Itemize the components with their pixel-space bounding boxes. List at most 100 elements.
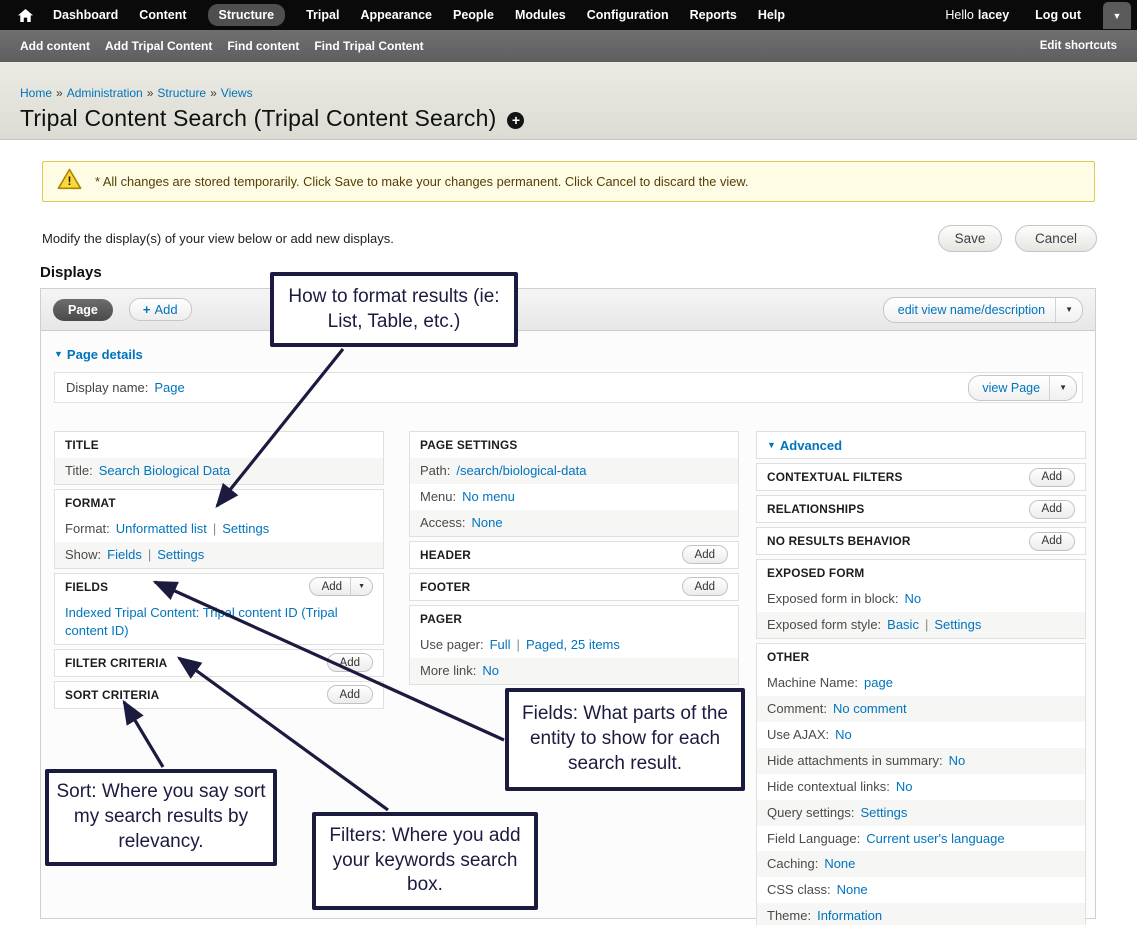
breadcrumb-link-views[interactable]: Views (221, 86, 253, 100)
add-button-label: Add (683, 549, 727, 561)
setting-link-indexed-tripal-content-tripal-[interactable]: Indexed Tripal Content: Tripal content I… (65, 605, 338, 638)
toolbar-item-modules[interactable]: Modules (515, 8, 566, 22)
setting-label: Query settings: (767, 805, 854, 820)
setting-link-fields[interactable]: Fields (107, 547, 142, 562)
section-header-filter-criteria: FILTER CRITERIAAdd (55, 650, 383, 676)
view-page-label: view Page (969, 381, 1049, 395)
setting-link-no[interactable]: No (835, 727, 852, 742)
advanced-row: ▼ Advanced (757, 432, 1085, 458)
setting-link-full[interactable]: Full (490, 637, 511, 652)
setting-link-unformatted-list[interactable]: Unformatted list (116, 521, 207, 536)
section-header-no-results-behavior: NO RESULTS BEHAVIORAdd (757, 528, 1085, 554)
section-title: FORMAT (65, 496, 116, 510)
link-separator: | (213, 521, 216, 536)
toolbar-item-content[interactable]: Content (139, 8, 186, 22)
section-header-header: HEADER Add (410, 542, 738, 568)
setting-link-none[interactable]: None (472, 515, 503, 530)
breadcrumb-link-administration[interactable]: Administration (67, 86, 143, 100)
home-icon[interactable] (18, 9, 33, 22)
setting-row: Access: None (410, 510, 738, 536)
setting-label: Access: (420, 515, 466, 530)
add-button[interactable]: Add▼ (309, 577, 373, 596)
section-title: PAGE SETTINGS (420, 438, 517, 452)
add-button[interactable]: Add (327, 685, 373, 704)
tab-page[interactable]: Page (53, 299, 113, 321)
setting-link-no[interactable]: No (949, 753, 966, 768)
shortcut-item-add-content[interactable]: Add content (20, 39, 90, 53)
triangle-down-icon: ▼ (767, 440, 776, 450)
toolbar-item-reports[interactable]: Reports (690, 8, 737, 22)
chevron-down-icon: ▼ (1113, 11, 1122, 21)
view-page-button[interactable]: view Page ▼ (968, 375, 1077, 401)
toolbar-item-configuration[interactable]: Configuration (587, 8, 669, 22)
section-title: PAGER (420, 612, 462, 626)
section-format: FORMATFormat:Unformatted list|SettingsSh… (54, 489, 384, 569)
add-button[interactable]: Add (682, 545, 728, 564)
setting-link-search-biological-data[interactable]: /search/biological-data (456, 463, 586, 478)
chevron-down-icon[interactable]: ▼ (350, 578, 372, 595)
chevron-down-icon[interactable]: ▼ (1055, 298, 1082, 322)
setting-link-none[interactable]: None (824, 856, 855, 871)
setting-row: Use pager:Full|Paged, 25 items (410, 632, 738, 658)
add-button[interactable]: Add (682, 577, 728, 596)
setting-link-basic[interactable]: Basic (887, 617, 919, 632)
setting-link-no[interactable]: No (896, 779, 913, 794)
setting-link-paged-25-items[interactable]: Paged, 25 items (526, 637, 620, 652)
setting-link-settings[interactable]: Settings (860, 805, 907, 820)
setting-label: Caching: (767, 856, 818, 871)
shortcut-item-find-tripal-content[interactable]: Find Tripal Content (314, 39, 423, 53)
chevron-down-icon[interactable]: ▼ (1049, 376, 1076, 400)
setting-link-information[interactable]: Information (817, 908, 882, 923)
setting-link-search-biological-data[interactable]: Search Biological Data (99, 463, 231, 478)
toolbar-item-structure[interactable]: Structure (208, 4, 286, 26)
account-greeting[interactable]: Hello lacey (945, 8, 1009, 22)
advanced-toggle[interactable]: ▼ Advanced (767, 438, 842, 453)
shortcut-item-find-content[interactable]: Find content (227, 39, 299, 53)
setting-label: Comment: (767, 701, 827, 716)
setting-row: More link:No (410, 658, 738, 684)
setting-link-no[interactable]: No (905, 591, 922, 606)
breadcrumb-link-structure[interactable]: Structure (157, 86, 206, 100)
advanced-section: ▼ Advanced (756, 431, 1086, 459)
cancel-button[interactable]: Cancel (1015, 225, 1097, 252)
toolbar-item-help[interactable]: Help (758, 8, 785, 22)
setting-link-no-menu[interactable]: No menu (462, 489, 515, 504)
setting-link-no-comment[interactable]: No comment (833, 701, 907, 716)
contextual-gear-icon[interactable]: + (507, 112, 524, 129)
save-button[interactable]: Save (938, 225, 1002, 252)
page-details-toggle[interactable]: ▼ Page details (54, 347, 143, 362)
setting-link-current-user-s-language[interactable]: Current user's language (866, 831, 1004, 846)
setting-link-page[interactable]: page (864, 675, 893, 690)
edit-shortcuts-link[interactable]: Edit shortcuts (1040, 40, 1117, 52)
setting-link-none[interactable]: None (837, 882, 868, 897)
add-button[interactable]: Add (1029, 532, 1075, 551)
section-title: TITLETitle:Search Biological Data (54, 431, 384, 485)
display-name-value[interactable]: Page (154, 380, 184, 395)
section-relationships: RELATIONSHIPSAdd (756, 495, 1086, 523)
edit-view-name-button[interactable]: edit view name/description ▼ (883, 297, 1083, 323)
section-header-exposed-form: EXPOSED FORM (757, 560, 1085, 586)
breadcrumb-link-home[interactable]: Home (20, 86, 52, 100)
add-button[interactable]: Add (327, 653, 373, 672)
toolbar-item-tripal[interactable]: Tripal (306, 8, 339, 22)
setting-label: Format: (65, 521, 110, 536)
section-header-title: TITLE (55, 432, 383, 458)
add-button[interactable]: Add (1029, 468, 1075, 487)
toolbar-toggle-button[interactable]: ▼ (1103, 2, 1131, 29)
setting-link-settings[interactable]: Settings (934, 617, 981, 632)
setting-link-settings[interactable]: Settings (222, 521, 269, 536)
shortcut-item-add-tripal-content[interactable]: Add Tripal Content (105, 39, 212, 53)
logout-link[interactable]: Log out (1035, 8, 1081, 22)
setting-link-settings[interactable]: Settings (157, 547, 204, 562)
advanced-label: Advanced (780, 438, 842, 453)
warning-message: ! * All changes are stored temporarily. … (42, 161, 1095, 202)
section-title: HEADER (420, 548, 471, 562)
toolbar-item-appearance[interactable]: Appearance (360, 8, 432, 22)
add-display-button[interactable]: + Add (129, 298, 192, 321)
section-header-format: FORMAT (55, 490, 383, 516)
toolbar-item-people[interactable]: People (453, 8, 494, 22)
setting-row: Exposed form style:Basic|Settings (757, 612, 1085, 638)
add-button[interactable]: Add (1029, 500, 1075, 519)
toolbar-item-dashboard[interactable]: Dashboard (53, 8, 118, 22)
setting-link-no[interactable]: No (482, 663, 499, 678)
